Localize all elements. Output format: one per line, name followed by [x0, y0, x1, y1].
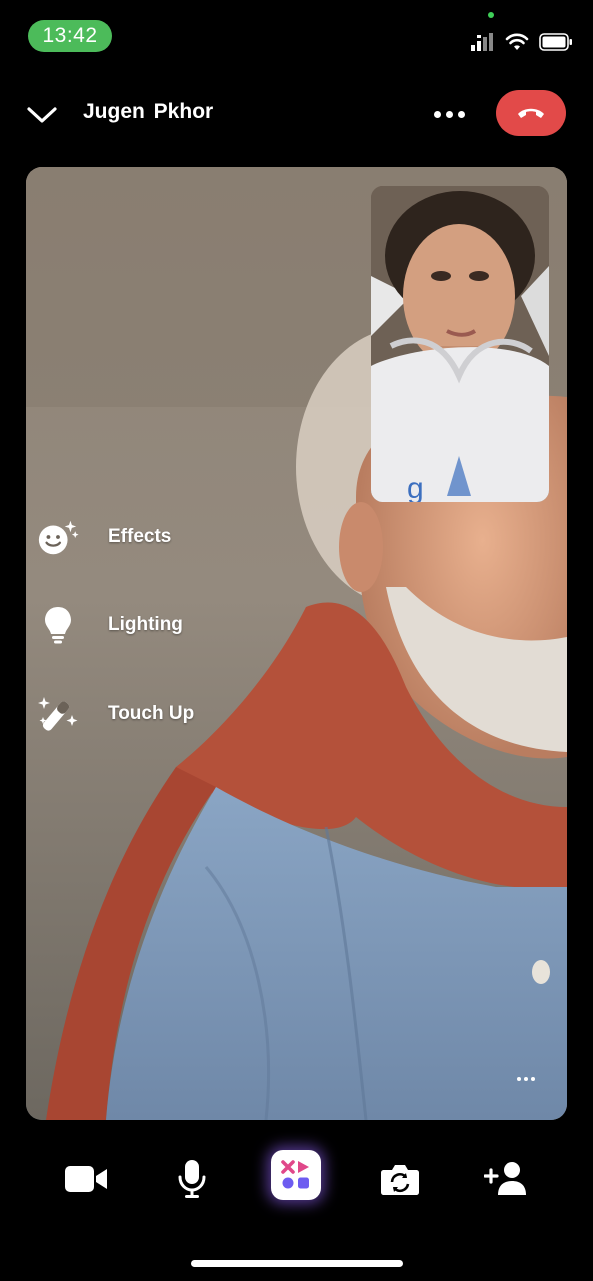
shirt-print: g: [407, 472, 424, 502]
touch-up-option[interactable]: Touch Up: [36, 694, 194, 734]
microphone-icon: [178, 1160, 206, 1198]
effects-option[interactable]: Effects: [36, 517, 171, 557]
dot: [457, 110, 465, 118]
end-call-button[interactable]: [496, 90, 566, 136]
lightbulb-icon: [36, 605, 80, 645]
dot: [524, 1077, 528, 1081]
status-time: 13:42: [28, 20, 112, 52]
lighting-option[interactable]: Lighting: [36, 605, 183, 645]
video-camera-icon: [65, 1166, 107, 1192]
status-icons: [471, 33, 573, 56]
effects-app-icon: [281, 1160, 309, 1189]
call-toolbar: [0, 1150, 593, 1210]
battery-icon: [539, 33, 573, 56]
home-indicator[interactable]: [191, 1260, 403, 1267]
collapse-chevron-icon[interactable]: [26, 100, 58, 130]
effects-app-button[interactable]: [271, 1150, 321, 1200]
self-view-feed: g: [371, 186, 549, 502]
call-header: Jugen Pkhor: [0, 86, 593, 142]
magic-wand-icon: [36, 694, 80, 734]
dot: [517, 1077, 521, 1081]
signal-icon: [471, 33, 495, 56]
video-more-button[interactable]: [508, 1066, 544, 1092]
hang-up-icon: [518, 108, 544, 118]
flip-camera-button[interactable]: [373, 1152, 427, 1206]
dot: [531, 1077, 535, 1081]
wifi-icon: [505, 33, 529, 56]
camera-in-use-indicator: [488, 12, 494, 18]
status-time-label: 13:42: [42, 24, 98, 47]
lighting-label: Lighting: [108, 614, 183, 635]
flip-camera-icon: [381, 1165, 419, 1195]
contact-name: Jugen Pkhor: [83, 100, 214, 123]
smiley-sparkle-icon: [36, 517, 80, 557]
self-view-video[interactable]: g: [371, 186, 549, 502]
microphone-button[interactable]: [165, 1152, 219, 1206]
video-toggle-button[interactable]: [59, 1152, 113, 1206]
add-person-icon: [484, 1162, 526, 1195]
add-participant-button[interactable]: [480, 1152, 534, 1206]
touch-up-label: Touch Up: [108, 703, 195, 724]
dot: [445, 110, 453, 118]
dot: [433, 110, 441, 118]
more-options-button[interactable]: [428, 104, 470, 124]
effects-label: Effects: [108, 526, 172, 547]
